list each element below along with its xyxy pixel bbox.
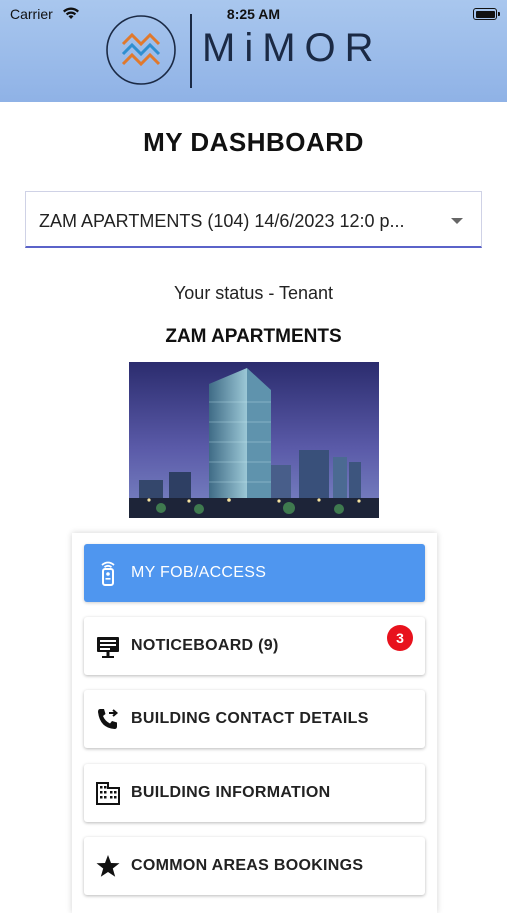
property-select[interactable]: ZAM APARTMENTS (104) 14/6/2023 12:0 p... — [25, 191, 482, 248]
building-information-button[interactable]: BUILDING INFORMATION — [84, 764, 425, 822]
my-fob-access-button[interactable]: MY FOB/ACCESS — [84, 544, 425, 602]
brand-name: MiMOR — [202, 26, 383, 70]
battery-icon — [473, 8, 500, 20]
common-areas-bookings-button[interactable]: COMMON AREAS BOOKINGS — [84, 837, 425, 895]
building-photo — [129, 362, 379, 518]
logo-divider — [190, 14, 192, 88]
building-contact-details-label: BUILDING CONTACT DETAILS — [131, 710, 369, 727]
common-areas-bookings-label: COMMON AREAS BOOKINGS — [131, 857, 364, 874]
my-fob-access-label: MY FOB/ACCESS — [131, 564, 267, 581]
app-header: Carrier 8:25 AM MiMOR — [0, 0, 507, 102]
mimor-logo-icon — [106, 15, 176, 85]
building-name: ZAM APARTMENTS — [165, 326, 342, 347]
phone-forward-icon — [98, 709, 119, 729]
noticeboard-icon — [97, 637, 119, 658]
noticeboard-label: NOTICEBOARD (9) — [131, 637, 279, 654]
building-information-label: BUILDING INFORMATION — [131, 784, 331, 801]
property-select-value: ZAM APARTMENTS (104) 14/6/2023 12:0 p... — [39, 211, 405, 231]
chevron-down-icon — [451, 218, 463, 224]
page-title: MY DASHBOARD — [143, 127, 364, 157]
star-icon — [96, 855, 120, 877]
building-icon — [96, 782, 120, 805]
fob-remote-icon — [101, 561, 115, 586]
clock: 8:25 AM — [226, 6, 281, 22]
tenant-status: Your status - Tenant — [173, 283, 334, 303]
noticeboard-button[interactable]: NOTICEBOARD (9) 3 — [84, 617, 425, 675]
building-contact-details-button[interactable]: BUILDING CONTACT DETAILS — [84, 690, 425, 748]
notification-badge: 3 — [387, 625, 413, 651]
status-bar: Carrier 8:25 AM — [0, 0, 507, 28]
